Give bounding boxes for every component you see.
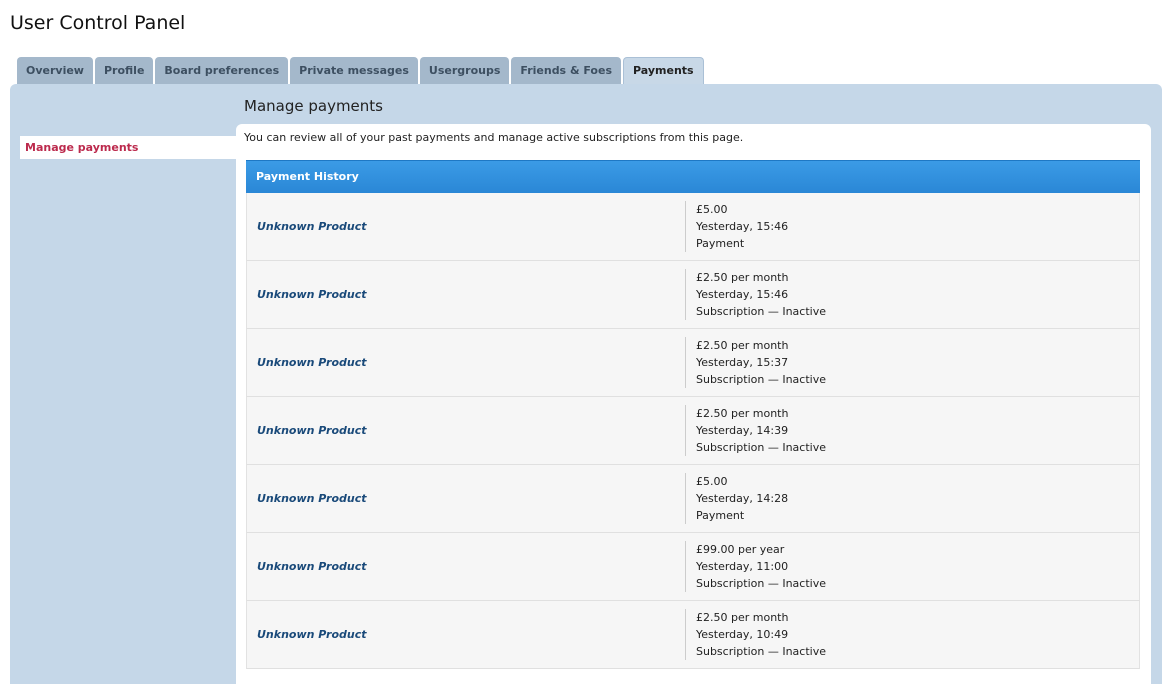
table-row: Unknown Product £5.00 Yesterday, 14:28 P… (246, 465, 1140, 533)
table-row: Unknown Product £99.00 per year Yesterda… (246, 533, 1140, 601)
payment-amount: £5.00 (696, 475, 728, 488)
table-row: Unknown Product £2.50 per month Yesterda… (246, 261, 1140, 329)
tab-bar: Overview Profile Board preferences Priva… (17, 57, 704, 86)
payment-details: £5.00 Yesterday, 14:28 Payment (685, 473, 788, 524)
product-link[interactable]: Unknown Product (257, 220, 366, 233)
tab-payments[interactable]: Payments (623, 57, 704, 86)
payment-amount: £2.50 per month (696, 271, 789, 284)
intro-text: You can review all of your past payments… (244, 131, 744, 144)
payment-time: Yesterday, 14:28 (696, 492, 789, 505)
page-title: User Control Panel (10, 12, 186, 34)
table-row: Unknown Product £5.00 Yesterday, 15:46 P… (246, 193, 1140, 261)
control-panel: Manage payments Manage payments You can … (10, 84, 1162, 694)
product-link[interactable]: Unknown Product (257, 424, 366, 437)
payment-history-header: Payment History (246, 160, 1140, 193)
payment-type: Subscription — Inactive (696, 373, 826, 386)
payment-details: £99.00 per year Yesterday, 11:00 Subscri… (685, 541, 826, 592)
payment-type: Payment (696, 509, 745, 522)
tab-overview[interactable]: Overview (17, 57, 93, 84)
payment-time: Yesterday, 14:39 (696, 424, 789, 437)
payment-type: Subscription — Inactive (696, 645, 826, 658)
payment-amount: £2.50 per month (696, 407, 789, 420)
table-row: Unknown Product £2.50 per month Yesterda… (246, 329, 1140, 397)
product-link[interactable]: Unknown Product (257, 560, 366, 573)
payment-amount: £99.00 per year (696, 543, 785, 556)
payment-type: Subscription — Inactive (696, 305, 826, 318)
payment-time: Yesterday, 11:00 (696, 560, 789, 573)
payment-details: £2.50 per month Yesterday, 14:39 Subscri… (685, 405, 826, 456)
tab-board-preferences[interactable]: Board preferences (155, 57, 289, 84)
payment-amount: £2.50 per month (696, 611, 789, 624)
payment-history-table: Payment History Unknown Product £5.00 Ye… (246, 160, 1140, 669)
table-row: Unknown Product £2.50 per month Yesterda… (246, 601, 1140, 669)
payment-details: £2.50 per month Yesterday, 10:49 Subscri… (685, 609, 826, 660)
payment-details: £2.50 per month Yesterday, 15:46 Subscri… (685, 269, 826, 320)
sidebar-item-manage-payments[interactable]: Manage payments (20, 136, 236, 159)
sidebar-nav: Manage payments (20, 136, 236, 159)
payment-time: Yesterday, 15:46 (696, 220, 789, 233)
tab-private-messages[interactable]: Private messages (290, 57, 418, 84)
payment-time: Yesterday, 10:49 (696, 628, 789, 641)
payment-type: Payment (696, 237, 745, 250)
product-link[interactable]: Unknown Product (257, 628, 366, 641)
content-box: You can review all of your past payments… (236, 124, 1151, 694)
payment-time: Yesterday, 15:46 (696, 288, 789, 301)
tab-profile[interactable]: Profile (94, 57, 154, 84)
payment-details: £2.50 per month Yesterday, 15:37 Subscri… (685, 337, 826, 388)
tab-friends-foes[interactable]: Friends & Foes (511, 57, 621, 84)
product-link[interactable]: Unknown Product (257, 492, 366, 505)
content-heading: Manage payments (244, 97, 383, 115)
payment-details: £5.00 Yesterday, 15:46 Payment (685, 201, 788, 252)
product-link[interactable]: Unknown Product (257, 288, 366, 301)
tab-usergroups[interactable]: Usergroups (419, 57, 510, 84)
payment-type: Subscription — Inactive (696, 577, 826, 590)
payment-amount: £5.00 (696, 203, 728, 216)
payment-amount: £2.50 per month (696, 339, 789, 352)
payment-time: Yesterday, 15:37 (696, 356, 789, 369)
table-row: Unknown Product £2.50 per month Yesterda… (246, 397, 1140, 465)
product-link[interactable]: Unknown Product (257, 356, 366, 369)
payment-type: Subscription — Inactive (696, 441, 826, 454)
